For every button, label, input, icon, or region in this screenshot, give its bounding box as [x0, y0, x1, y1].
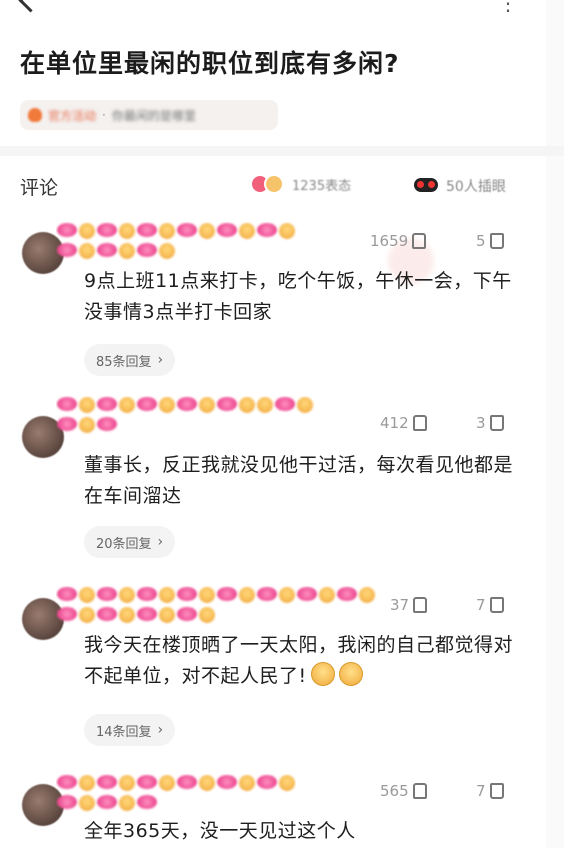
thumb-down-icon[interactable] — [489, 783, 504, 799]
replies-button[interactable]: 85条回复 › — [84, 344, 176, 376]
tag-official[interactable]: 官方活动 — [48, 107, 96, 124]
reactions-summary[interactable]: 1235表态 — [250, 174, 351, 194]
section-divider — [0, 146, 564, 156]
side-gutter — [546, 0, 564, 848]
commenter-name-emoji[interactable] — [56, 586, 386, 626]
thumb-up-icon[interactable] — [412, 783, 427, 799]
commenter-name-emoji[interactable] — [56, 222, 316, 262]
thumb-up-icon[interactable] — [412, 233, 427, 249]
comment-text: 全年365天，没一天见过这个人 — [84, 820, 356, 842]
thumb-up-icon[interactable] — [412, 415, 427, 431]
like-count: 412 — [380, 414, 409, 432]
like-count: 565 — [380, 782, 409, 800]
tag-separator: · — [102, 108, 106, 122]
dislike-stat[interactable]: 3 — [476, 414, 504, 432]
tag-topic[interactable]: 你最闲的是哪里 — [112, 107, 196, 124]
replies-count: 85条回复 — [96, 354, 152, 370]
like-count: 37 — [390, 596, 410, 614]
comment-item: 565 7 全年365天，没一天见过这个人 — [0, 770, 546, 848]
like-stat[interactable]: 565 — [380, 782, 427, 800]
reaction-count: 1235表态 — [292, 178, 352, 194]
commenter-name-emoji[interactable] — [56, 396, 316, 436]
comment-item: 1659 5 9点上班11点来打卡，吃个午饭，午休一会，下午没事情3点半打卡回家… — [0, 214, 546, 386]
smile-icon — [264, 174, 284, 194]
emoji-icon — [338, 662, 363, 686]
like-count: 1659 — [370, 232, 409, 250]
more-icon[interactable]: ⋮ — [498, 0, 518, 13]
eyes-icon[interactable] — [414, 178, 438, 192]
flame-icon — [28, 108, 42, 122]
dislike-stat[interactable]: 7 — [476, 596, 504, 614]
thumb-up-icon[interactable] — [413, 597, 428, 613]
question-tags[interactable]: 官方活动 · 你最闲的是哪里 — [20, 100, 278, 130]
emoji-icon — [310, 662, 335, 686]
dislike-count: 5 — [476, 232, 486, 250]
dislike-count: 3 — [476, 414, 486, 432]
replies-button[interactable]: 20条回复 › — [84, 526, 176, 558]
comments-header: 评论 1235表态 50人插眼 — [0, 156, 546, 214]
comment-text-content: 我今天在楼顶晒了一天太阳，我闲的自己都觉得对不起单位，对不起人民了! — [84, 634, 514, 687]
comment-text: 董事长，反正我就没见他干过活，每次看见他都是在车间溜达 — [84, 454, 514, 507]
chevron-right-icon: › — [157, 722, 164, 738]
replies-count: 14条回复 — [96, 724, 152, 740]
thumb-down-icon[interactable] — [489, 597, 504, 613]
dislike-stat[interactable]: 5 — [476, 232, 504, 250]
commenter-name-emoji[interactable] — [56, 774, 296, 814]
thumb-down-icon[interactable] — [489, 233, 504, 249]
comment-item: 412 3 董事长，反正我就没见他干过活，每次看见他都是在车间溜达 20条回复 … — [0, 388, 546, 560]
comment-text: 9点上班11点来打卡，吃个午饭，午休一会，下午没事情3点半打卡回家 — [84, 270, 512, 323]
comments-label: 评论 — [20, 177, 59, 199]
like-stat[interactable]: 1659 — [370, 232, 427, 250]
replies-button[interactable]: 14条回复 › — [84, 714, 176, 746]
question-title: 在单位里最闲的职位到底有多闲? — [20, 49, 400, 78]
back-icon[interactable] — [18, 0, 43, 13]
dislike-count: 7 — [476, 596, 486, 614]
comment-item: 37 7 我今天在楼顶晒了一天太阳，我闲的自己都觉得对不起单位，对不起人民了! … — [0, 584, 546, 756]
eyes-count: 50人插眼 — [446, 179, 506, 195]
thumb-down-icon[interactable] — [489, 415, 504, 431]
like-stat[interactable]: 37 — [390, 596, 428, 614]
comment-text: 我今天在楼顶晒了一天太阳，我闲的自己都觉得对不起单位，对不起人民了! — [84, 630, 528, 692]
replies-count: 20条回复 — [96, 536, 152, 552]
dislike-count: 7 — [476, 782, 486, 800]
like-stat[interactable]: 412 — [380, 414, 427, 432]
top-bar: ⋮ — [0, 0, 564, 24]
chevron-right-icon: › — [157, 352, 164, 368]
chevron-right-icon: › — [157, 534, 164, 550]
dislike-stat[interactable]: 7 — [476, 782, 504, 800]
